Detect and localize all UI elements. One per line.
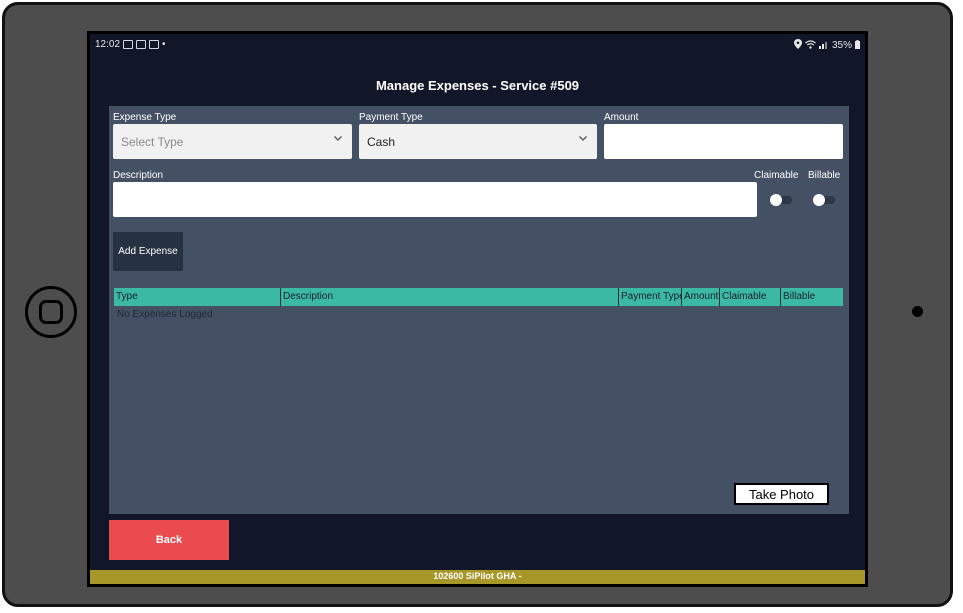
signal-icon: [818, 40, 829, 52]
billable-label: Billable: [808, 170, 841, 181]
column-header-payment-type[interactable]: Payment Type: [619, 288, 682, 306]
page-title: Manage Expenses - Service #509: [375, 78, 580, 93]
description-input[interactable]: [113, 182, 757, 217]
billable-toggle[interactable]: [813, 194, 835, 206]
expenses-table-header: Type Description Payment Type Amount Cla…: [114, 288, 843, 306]
battery-percent: 35%: [831, 40, 852, 51]
column-header-claimable[interactable]: Claimable: [720, 288, 781, 306]
app-screen: 12:02 • 35% Manage Expenses - Service #5…: [87, 31, 868, 587]
status-bar: 12:02 • 35%: [90, 34, 865, 56]
claimable-label: Claimable: [754, 170, 799, 181]
payment-type-select[interactable]: Cash: [359, 124, 597, 159]
empty-table-message: No Expenses Logged: [117, 309, 213, 320]
expense-type-label: Expense Type: [113, 112, 177, 123]
amount-label: Amount: [604, 112, 639, 123]
expense-type-value: Select Type: [121, 134, 184, 149]
chevron-down-icon: [333, 133, 343, 146]
amount-input[interactable]: [604, 124, 843, 159]
expense-form-panel: Expense Type Select Type Payment Type Ca…: [109, 106, 849, 514]
footer-bar: 102600 SiPilot GHA -: [90, 570, 865, 584]
column-header-type[interactable]: Type: [114, 288, 281, 306]
chevron-down-icon: [578, 133, 588, 146]
description-label: Description: [113, 170, 164, 181]
take-photo-button[interactable]: Take Photo: [734, 483, 829, 505]
camera-icon: [912, 306, 923, 317]
payment-type-label: Payment Type: [359, 112, 423, 123]
gallery-icon: [149, 40, 160, 49]
payment-type-value: Cash: [367, 134, 396, 149]
claimable-toggle[interactable]: [770, 194, 792, 206]
add-expense-button[interactable]: Add Expense: [113, 232, 183, 271]
notification-icon: [123, 40, 134, 49]
expense-type-select[interactable]: Select Type: [113, 124, 352, 159]
more-notifications-dot: •: [162, 39, 166, 50]
battery-icon: [855, 39, 860, 52]
home-button-icon[interactable]: [25, 286, 77, 338]
column-header-billable[interactable]: Billable: [781, 288, 843, 306]
back-button[interactable]: Back: [109, 520, 229, 560]
cast-icon: [136, 40, 147, 49]
wifi-icon: [805, 39, 816, 52]
column-header-description[interactable]: Description: [281, 288, 619, 306]
status-time: 12:02: [95, 39, 121, 50]
location-icon: [793, 39, 802, 52]
column-header-amount[interactable]: Amount: [682, 288, 720, 306]
